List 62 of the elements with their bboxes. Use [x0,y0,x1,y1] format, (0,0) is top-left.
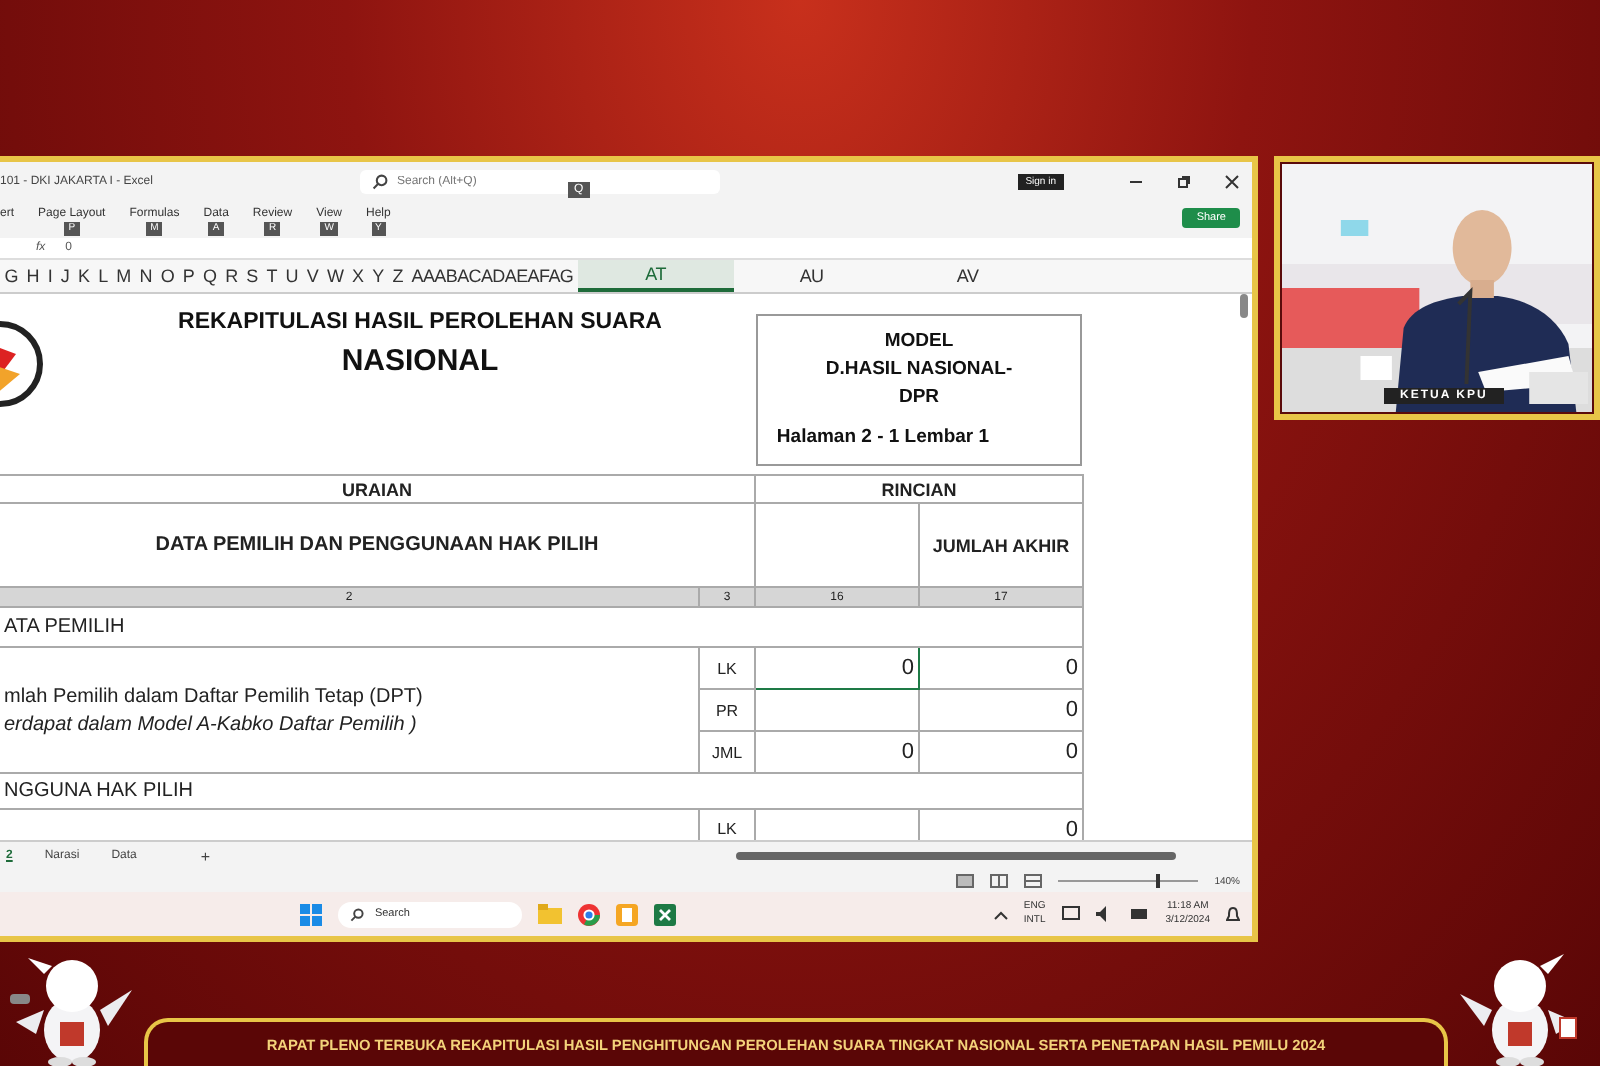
model-label: MODEL [884,328,954,356]
column-header[interactable]: L [93,266,112,286]
column-header[interactable]: X [347,266,368,286]
table-cell: 0 [901,740,914,764]
sheet-title: REKAPITULASI HASIL PEROLEHAN SUARA [176,310,664,334]
browser-icon[interactable] [578,903,601,925]
column-header[interactable]: H [22,266,44,286]
search-icon [350,907,365,921]
table-cell: 0 [1065,740,1078,764]
column-header[interactable]: K [73,266,94,286]
column-header[interactable]: U [281,266,303,286]
bell-icon[interactable] [1226,905,1240,923]
model-label: D.HASIL NASIONAL- [825,356,1013,384]
column-header[interactable]: J [56,266,74,286]
column-header[interactable]: G [0,266,23,286]
table-cell: LK [699,647,755,689]
column-header[interactable]: Y [367,266,388,286]
column-header[interactable]: Z [388,266,408,286]
column-header[interactable]: AAABACADAEAFAG [407,266,578,286]
table-cell: 0 [1065,656,1078,680]
column-header[interactable]: M [111,266,136,286]
spreadsheet-icon[interactable] [654,903,677,925]
column-header[interactable]: I [43,266,57,286]
battery-icon[interactable] [1129,908,1150,920]
page-break-icon[interactable] [1024,874,1043,888]
column-header[interactable]: V [302,266,323,286]
table-header: URAIAN [0,475,755,503]
chevron-icon[interactable] [993,909,1008,919]
page-layout-icon[interactable] [990,874,1009,888]
close-icon[interactable] [1224,174,1240,190]
search-icon [372,174,389,190]
zoom-slider-thumb[interactable] [1156,874,1161,888]
column-header[interactable]: T [262,266,282,286]
column-header[interactable]: W [322,266,348,286]
table-cell: JML [699,731,755,773]
item-note: erdapat dalam Model A-Kabko Daftar Pemilih ) [4,712,419,740]
windows-icon[interactable] [300,903,323,925]
column-header[interactable]: AV [889,266,1046,286]
network-icon[interactable] [1061,906,1080,922]
column-header[interactable]: AU [733,266,890,286]
column-header[interactable]: P [178,266,199,286]
vertical-scrollbar[interactable] [1240,294,1248,318]
add-sheet-button[interactable]: + [194,847,217,865]
table-cell: 0 [1065,698,1078,722]
section-heading: ATA PEMILIH [0,607,1083,647]
table-cell: 0 [1065,817,1078,840]
column-header[interactable]: O [156,266,179,286]
column-header[interactable]: S [241,266,263,286]
sheet-subtitle: NASIONAL [339,344,501,378]
model-label: DPR [898,384,940,412]
table-cell: PR [699,689,755,731]
normal-view-icon[interactable] [956,874,975,888]
column-header[interactable]: R [220,266,242,286]
table-cell: 0 [901,656,914,680]
page-label: Halaman 2 - 1 Lembar 1 [776,424,990,452]
column-header[interactable]: N [135,266,157,286]
section-heading: NGGUNA HAK PILIH [0,773,1083,809]
table-header: RINCIAN [755,475,1083,503]
item-label: mlah Pemilih dalam Daftar Pemilih Tetap (DPT) [4,684,425,712]
column-header[interactable]: Q [198,266,221,286]
restore-icon[interactable] [1176,174,1192,190]
column-header[interactable]: AT [577,260,734,292]
